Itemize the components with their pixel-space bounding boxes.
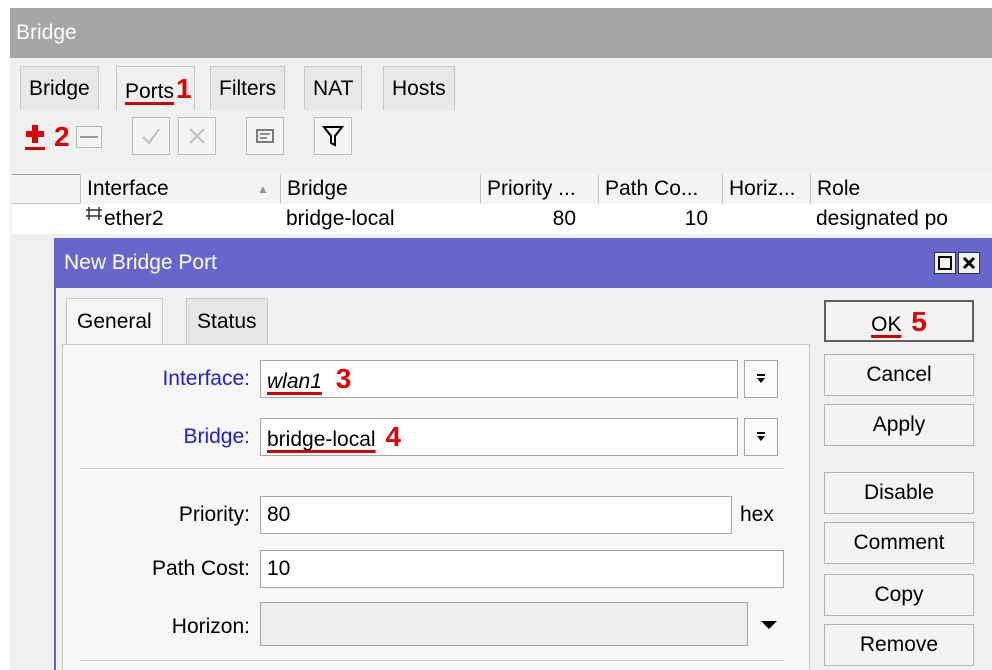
column-priority[interactable]: Priority ... [480,174,598,204]
horizon-label: Horizon: [171,615,250,638]
tab-bridge[interactable]: Bridge [20,66,99,110]
horizon-input[interactable] [260,602,748,646]
disable-button[interactable] [178,117,216,155]
annotation-5: 5 [911,306,927,337]
enable-button[interactable] [132,117,170,155]
disable-button[interactable]: Disable [824,472,974,514]
annotation-3: 3 [335,363,352,394]
minus-icon [80,136,98,138]
tab-label: Status [197,310,257,333]
remove-button[interactable] [76,126,102,148]
remove-button[interactable]: Remove [824,624,974,666]
tab-label: Filters [219,77,277,100]
dropdown-icon [757,374,765,383]
cell-path-cost: 10 [684,207,708,230]
tab-hosts[interactable]: Hosts [383,66,455,110]
filter-icon [322,126,344,147]
cross-icon [189,128,205,144]
comment-button[interactable] [246,117,284,155]
maximize-icon [938,256,952,270]
path-cost-label: Path Cost: [151,557,250,580]
column-interface[interactable]: Interface ▲ [80,174,280,204]
column-label: Role [817,177,861,200]
interface-select[interactable]: wlan1 3 [260,360,738,398]
column-label: Bridge [287,177,348,200]
close-icon [962,256,976,270]
add-button[interactable] [20,117,50,155]
dialog-title-text: New Bridge Port [64,251,217,274]
path-cost-input[interactable]: 10 [260,550,784,588]
cancel-button[interactable]: Cancel [824,354,974,396]
priority-value: 80 [267,503,291,526]
interface-label: Interface: [162,367,250,390]
priority-input[interactable]: 80 [260,496,732,534]
dialog-tab-general[interactable]: General [66,298,163,344]
tab-label: Hosts [392,77,446,100]
column-path-cost[interactable]: Path Co... [598,174,722,204]
priority-label: Priority: [178,503,250,526]
maximize-button[interactable] [934,252,956,274]
comment-button[interactable]: Comment [824,522,974,564]
window-title: Bridge [10,8,992,58]
bridge-label: Bridge: [183,425,250,448]
horizon-dropdown-button[interactable] [756,614,782,634]
bridge-dropdown-button[interactable] [744,418,778,456]
bridge-select[interactable]: bridge-local 4 [260,418,738,456]
column-label: Priority ... [487,177,576,200]
priority-hex-suffix: hex [740,503,774,526]
comment-icon [256,129,274,143]
tab-nat[interactable]: NAT [304,66,363,110]
cell-bridge: bridge-local [286,207,395,230]
port-icon [86,207,102,220]
tab-label: Bridge [29,77,90,100]
dialog-title[interactable]: New Bridge Port [54,238,992,288]
check-icon [142,128,160,145]
tab-label: NAT [313,77,354,100]
tab-filters[interactable]: Filters [210,66,286,110]
column-role[interactable]: Role [810,174,992,204]
cell-priority: 80 [552,207,576,230]
column-bridge[interactable]: Bridge [280,174,480,204]
plus-icon [25,125,45,150]
interface-dropdown-button[interactable] [744,360,778,398]
cell-horizon [722,204,810,234]
dropdown-icon [757,432,765,441]
sort-icon: ▲ [257,182,269,196]
annotation-1: 1 [176,73,192,104]
triangle-down-icon [761,621,777,629]
annotation-4: 4 [385,421,401,452]
interface-value: wlan1 [267,370,322,393]
ok-label: OK [871,313,902,336]
divider [80,660,784,661]
annotation-2: 2 [54,121,70,152]
divider [80,468,784,469]
column-label: Interface [87,177,169,200]
close-button[interactable] [958,252,980,274]
tab-ports[interactable]: Ports1 [116,66,195,110]
dialog-tab-status[interactable]: Status [186,298,268,344]
copy-button[interactable]: Copy [824,574,974,616]
filter-button[interactable] [314,117,352,155]
column-horizon[interactable]: Horiz... [722,174,810,204]
cell-role: designated po [816,207,948,230]
tab-label: General [77,310,152,333]
column-label: Horiz... [729,177,796,200]
bridge-value: bridge-local [267,428,376,451]
cell-interface-text: ether2 [104,207,164,230]
path-cost-value: 10 [267,557,291,580]
column-label: Path Co... [605,177,699,200]
cell-interface: ether2 [80,204,280,234]
ok-button[interactable]: OK 5 [824,300,974,342]
apply-button[interactable]: Apply [824,404,974,446]
tab-label: Ports [125,80,175,103]
